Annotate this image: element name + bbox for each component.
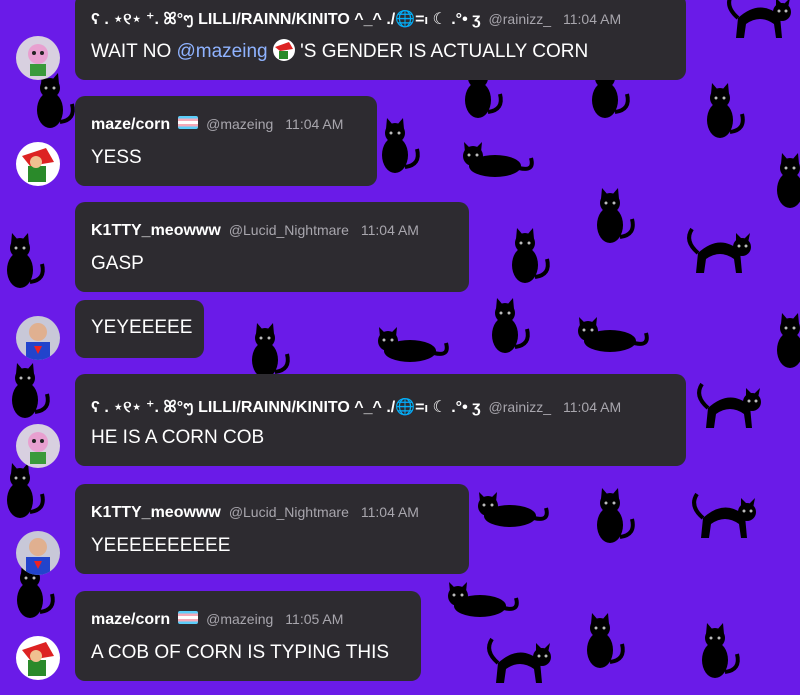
message-text: HE IS A CORN COB [91,427,265,448]
message-handle: @Lucid_Nightmare [228,222,349,238]
message-timestamp: 11:05 AM [285,611,344,627]
message-text: YEEEEEEEEEE [91,535,231,556]
message-handle: @mazeing [206,116,274,132]
lilli-avatar-icon [16,36,60,80]
user-avatar-lilli-2[interactable] [16,424,60,468]
message-username[interactable]: K1TTY_meowww [91,504,221,522]
maze-avatar-icon [16,636,60,680]
message-bubble[interactable]: maze/corn @mazeing 11:04 AM YESS [75,96,377,186]
mention-avatar-icon [272,39,295,61]
user-mention[interactable]: @mazeing [177,41,268,62]
message-handle: @rainizz_ [488,11,551,27]
user-avatar-kitty-2[interactable] [16,531,60,575]
message-text: GASP [91,253,144,274]
kitty-avatar-icon [16,531,60,575]
message-handle: @mazeing [206,611,274,627]
message-bubble[interactable]: ʕ . ⋆୧⋆ ⁺. ꕤ°ᪧ LILLI/RAINN/KINITO ^_^ ./… [75,374,686,466]
message-username[interactable]: maze/corn [91,611,170,629]
message-text: WAIT NO @mazeing 'S GENDER IS ACTUALLY C… [91,39,588,63]
message-bubble[interactable]: ʕ . ⋆୧⋆ ⁺. ꕤ°ᪧ LILLI/RAINN/KINITO ^_^ ./… [75,0,686,80]
message-timestamp: 11:04 AM [563,11,622,27]
message-username[interactable]: ʕ . ⋆୧⋆ ⁺. ꕤ°ᪧ LILLI/RAINN/KINITO ^_^ ./… [91,8,481,33]
message-username[interactable]: maze/corn [91,116,170,134]
message-username[interactable]: ʕ . ⋆୧⋆ ⁺. ꕤ°ᪧ LILLI/RAINN/KINITO ^_^ ./… [91,396,481,421]
user-avatar-kitty[interactable] [16,316,60,360]
message-timestamp: 11:04 AM [563,399,622,415]
message-username[interactable]: K1TTY_meowww [91,222,221,240]
message-text: A COB OF CORN IS TYPING THIS [91,642,390,663]
message-bubble[interactable]: K1TTY_meowww @Lucid_Nightmare 11:04 AM Y… [75,484,469,574]
message-text-part: WAIT NO [91,41,177,62]
kitty-avatar-icon [16,316,60,360]
message-handle: @rainizz_ [488,399,551,415]
lilli-avatar-icon [16,424,60,468]
maze-avatar-icon [16,142,60,186]
transgender-flag-icon [178,611,199,624]
message-bubble[interactable]: maze/corn @mazeing 11:05 AM A COB OF COR… [75,591,421,681]
message-bubble[interactable]: YEYEEEEE [75,300,204,358]
message-text: YESS [91,147,142,168]
message-bubble[interactable]: K1TTY_meowww @Lucid_Nightmare 11:04 AM G… [75,202,469,292]
transgender-flag-icon [178,116,199,129]
message-handle: @Lucid_Nightmare [228,504,349,520]
user-avatar-lilli[interactable] [16,36,60,80]
message-timestamp: 11:04 AM [360,504,419,520]
message-timestamp: 11:04 AM [285,116,344,132]
message-timestamp: 11:04 AM [360,222,419,238]
user-avatar-maze-2[interactable] [16,636,60,680]
user-avatar-maze[interactable] [16,142,60,186]
message-text: YEYEEEEE [91,317,193,338]
message-text-part: 'S GENDER IS ACTUALLY CORN [294,41,589,62]
